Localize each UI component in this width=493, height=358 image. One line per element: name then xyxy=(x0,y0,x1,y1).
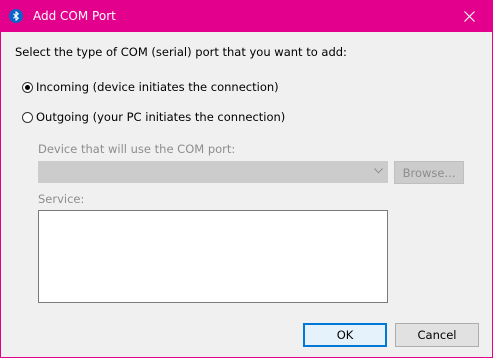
close-icon xyxy=(463,11,475,22)
service-label: Service: xyxy=(38,192,85,206)
incoming-option[interactable]: Incoming (device initiates the connectio… xyxy=(22,80,279,94)
outgoing-label: Outgoing (your PC initiates the connecti… xyxy=(36,110,286,124)
incoming-label: Incoming (device initiates the connectio… xyxy=(36,80,279,94)
service-list[interactable] xyxy=(38,210,388,303)
browse-button[interactable]: Browse... xyxy=(394,161,464,184)
incoming-radio[interactable] xyxy=(22,81,33,93)
window-title: Add COM Port xyxy=(33,9,116,23)
outgoing-option[interactable]: Outgoing (your PC initiates the connecti… xyxy=(22,110,285,124)
title-bar: Add COM Port xyxy=(1,1,492,32)
device-label: Device that will use the COM port: xyxy=(38,142,236,156)
bluetooth-icon xyxy=(9,9,23,23)
add-com-port-dialog: Add COM Port Select the type of COM (ser… xyxy=(0,0,493,358)
close-button[interactable] xyxy=(446,1,492,32)
device-dropdown[interactable] xyxy=(38,161,388,183)
chevron-down-icon xyxy=(374,168,383,174)
outgoing-radio[interactable] xyxy=(22,111,33,123)
ok-button[interactable]: OK xyxy=(303,323,387,347)
instruction-text: Select the type of COM (serial) port tha… xyxy=(15,45,347,59)
cancel-button[interactable]: Cancel xyxy=(395,323,479,347)
